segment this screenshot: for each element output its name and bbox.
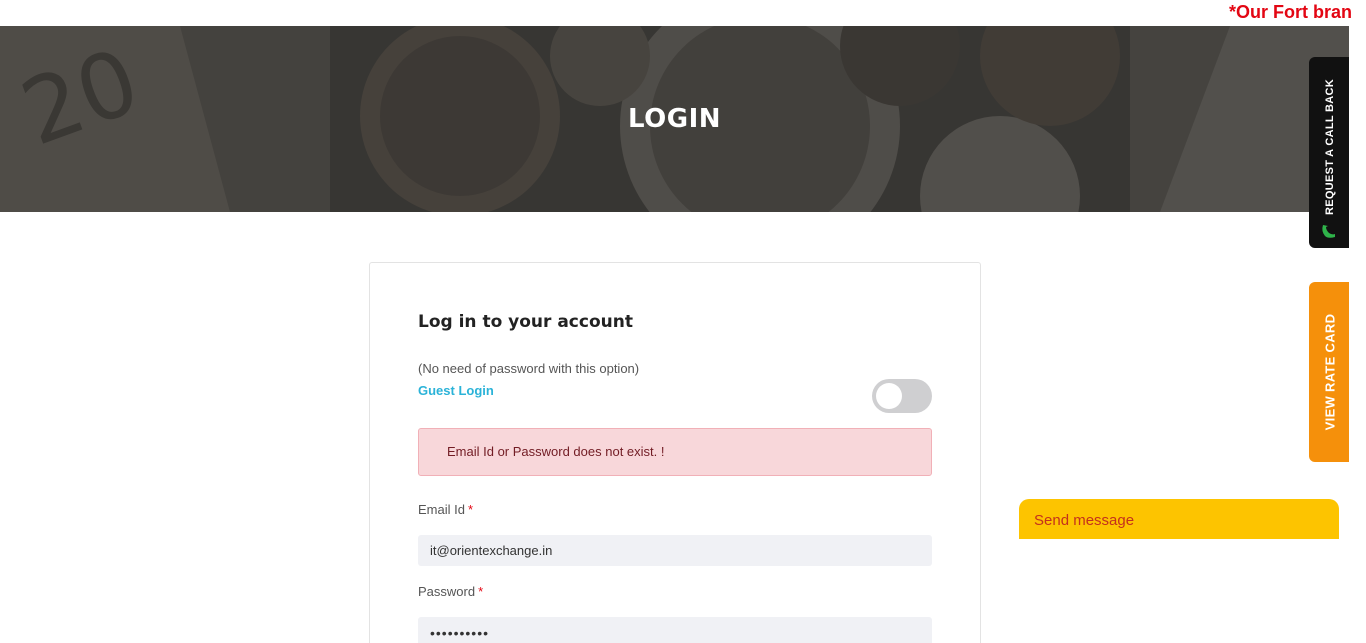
view-rate-card-tab[interactable]: VIEW RATE CARD <box>1309 282 1351 462</box>
password-label: Password * <box>418 584 483 599</box>
login-card: Log in to your account (No need of passw… <box>369 262 981 643</box>
request-call-back-tab[interactable]: REQUEST A CALL BACK <box>1309 57 1351 248</box>
error-alert-text: Email Id or Password does not exist. ! <box>447 444 665 459</box>
password-label-text: Password <box>418 584 476 599</box>
login-card-title: Log in to your account <box>418 312 633 332</box>
password-field[interactable]: •••••••••• <box>418 617 932 643</box>
toggle-knob <box>876 383 902 409</box>
page-scrollbar[interactable] <box>1349 26 1366 643</box>
top-announcement-bar: *Our Fort bran <box>0 0 1366 26</box>
announcement-ticker[interactable]: *Our Fort bran <box>1229 2 1352 23</box>
email-required-mark: * <box>467 502 474 517</box>
email-field-value: it@orientexchange.in <box>430 543 553 558</box>
guest-login-link[interactable]: Guest Login <box>418 383 494 398</box>
hero-banner: 20 LOGIN <box>0 26 1349 212</box>
guest-login-toggle[interactable] <box>872 379 932 413</box>
send-message-chat-widget[interactable]: Send message <box>1019 499 1339 539</box>
error-alert: Email Id or Password does not exist. ! <box>418 428 932 476</box>
request-call-back-label: REQUEST A CALL BACK <box>1324 78 1336 216</box>
email-label-text: Email Id <box>418 502 465 517</box>
password-required-mark: * <box>478 584 484 599</box>
view-rate-card-label: VIEW RATE CARD <box>1322 313 1338 431</box>
email-label: Email Id * <box>418 502 473 517</box>
email-field[interactable]: it@orientexchange.in <box>418 535 932 566</box>
page-title: LOGIN <box>627 104 722 134</box>
password-field-value: •••••••••• <box>430 624 490 641</box>
guest-login-note: (No need of password with this option) <box>418 361 640 376</box>
phone-icon <box>1322 225 1335 238</box>
send-message-label: Send message <box>1034 512 1135 529</box>
